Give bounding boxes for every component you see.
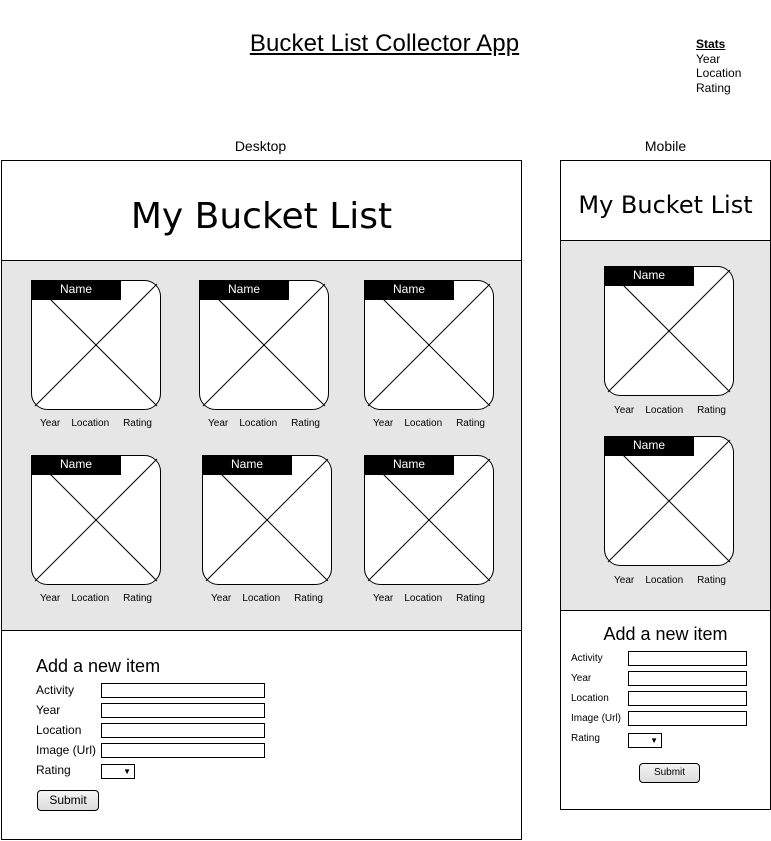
card-meta: Year Location Rating bbox=[40, 593, 152, 604]
card-grid: Name Year Location Rating Name Year Loca… bbox=[1, 260, 522, 631]
rating-label: Rating bbox=[571, 733, 600, 744]
chevron-down-icon: ▼ bbox=[650, 736, 658, 745]
card-meta: Year Location Rating bbox=[208, 418, 320, 429]
card-name-label: Name bbox=[202, 455, 292, 475]
year-input[interactable] bbox=[628, 671, 747, 686]
stats-item-year: Year bbox=[696, 51, 721, 66]
card-name-label: Name bbox=[199, 280, 289, 300]
location-input[interactable] bbox=[628, 691, 747, 706]
form-title: Add a new item bbox=[36, 656, 161, 676]
rating-select[interactable]: ▼ bbox=[101, 764, 135, 779]
card-name-label: Name bbox=[604, 266, 694, 286]
mobile-label: Mobile bbox=[644, 138, 687, 154]
card-meta: Year Location Rating bbox=[614, 405, 726, 416]
stats-header: Stats bbox=[696, 37, 726, 51]
card-name-label: Name bbox=[364, 455, 454, 475]
activity-input[interactable] bbox=[101, 683, 265, 698]
image-url-label: Image (Url) bbox=[571, 713, 622, 724]
location-label: Location bbox=[571, 693, 609, 704]
card-name-label: Name bbox=[604, 436, 694, 456]
year-input[interactable] bbox=[101, 703, 265, 718]
activity-input[interactable] bbox=[628, 651, 747, 666]
card-meta: Year Location Rating bbox=[614, 575, 726, 586]
image-url-label: Image (Url) bbox=[36, 743, 97, 757]
app-title: Bucket List Collector App bbox=[249, 30, 520, 57]
card-name-label: Name bbox=[31, 455, 121, 475]
bucket-card[interactable]: Name bbox=[604, 436, 734, 566]
stats-legend: Stats Year Location Rating bbox=[696, 37, 741, 95]
mobile-card-list: Name Year Location Rating Name Year Loca… bbox=[560, 240, 771, 611]
desktop-label: Desktop bbox=[234, 138, 287, 154]
bucket-card[interactable]: Name bbox=[31, 280, 161, 410]
bucket-card[interactable]: Name bbox=[31, 455, 161, 585]
submit-button[interactable]: Submit bbox=[639, 763, 700, 783]
rating-label: Rating bbox=[36, 763, 71, 777]
desktop-frame: My Bucket List Name Year Location Rating… bbox=[1, 160, 522, 840]
mobile-form-title: Add a new item bbox=[603, 624, 728, 644]
rating-select[interactable]: ▼ bbox=[628, 733, 662, 748]
stats-item-rating: Rating bbox=[696, 80, 731, 95]
bucket-card[interactable]: Name bbox=[604, 266, 734, 396]
location-input[interactable] bbox=[101, 723, 265, 738]
card-meta: Year Location Rating bbox=[40, 418, 152, 429]
card-name-label: Name bbox=[364, 280, 454, 300]
image-url-input[interactable] bbox=[101, 743, 265, 758]
bucket-card[interactable]: Name bbox=[202, 455, 332, 585]
image-url-input[interactable] bbox=[628, 711, 747, 726]
submit-button[interactable]: Submit bbox=[37, 790, 99, 811]
bucket-card[interactable]: Name bbox=[199, 280, 329, 410]
year-label: Year bbox=[36, 703, 61, 717]
mobile-frame: My Bucket List Name Year Location Rating… bbox=[560, 160, 771, 810]
location-label: Location bbox=[36, 723, 82, 737]
card-meta: Year Location Rating bbox=[373, 418, 485, 429]
activity-label: Activity bbox=[36, 683, 75, 697]
page-title: My Bucket List bbox=[130, 196, 393, 237]
bucket-card[interactable]: Name bbox=[364, 455, 494, 585]
stats-item-location: Location bbox=[696, 66, 742, 80]
mobile-page-title: My Bucket List bbox=[578, 191, 753, 219]
bucket-card[interactable]: Name bbox=[364, 280, 494, 410]
card-meta: Year Location Rating bbox=[211, 593, 323, 604]
activity-label: Activity bbox=[571, 653, 603, 664]
chevron-down-icon: ▼ bbox=[123, 767, 131, 776]
card-meta: Year Location Rating bbox=[373, 593, 485, 604]
year-label: Year bbox=[571, 673, 592, 684]
card-name-label: Name bbox=[31, 280, 121, 300]
